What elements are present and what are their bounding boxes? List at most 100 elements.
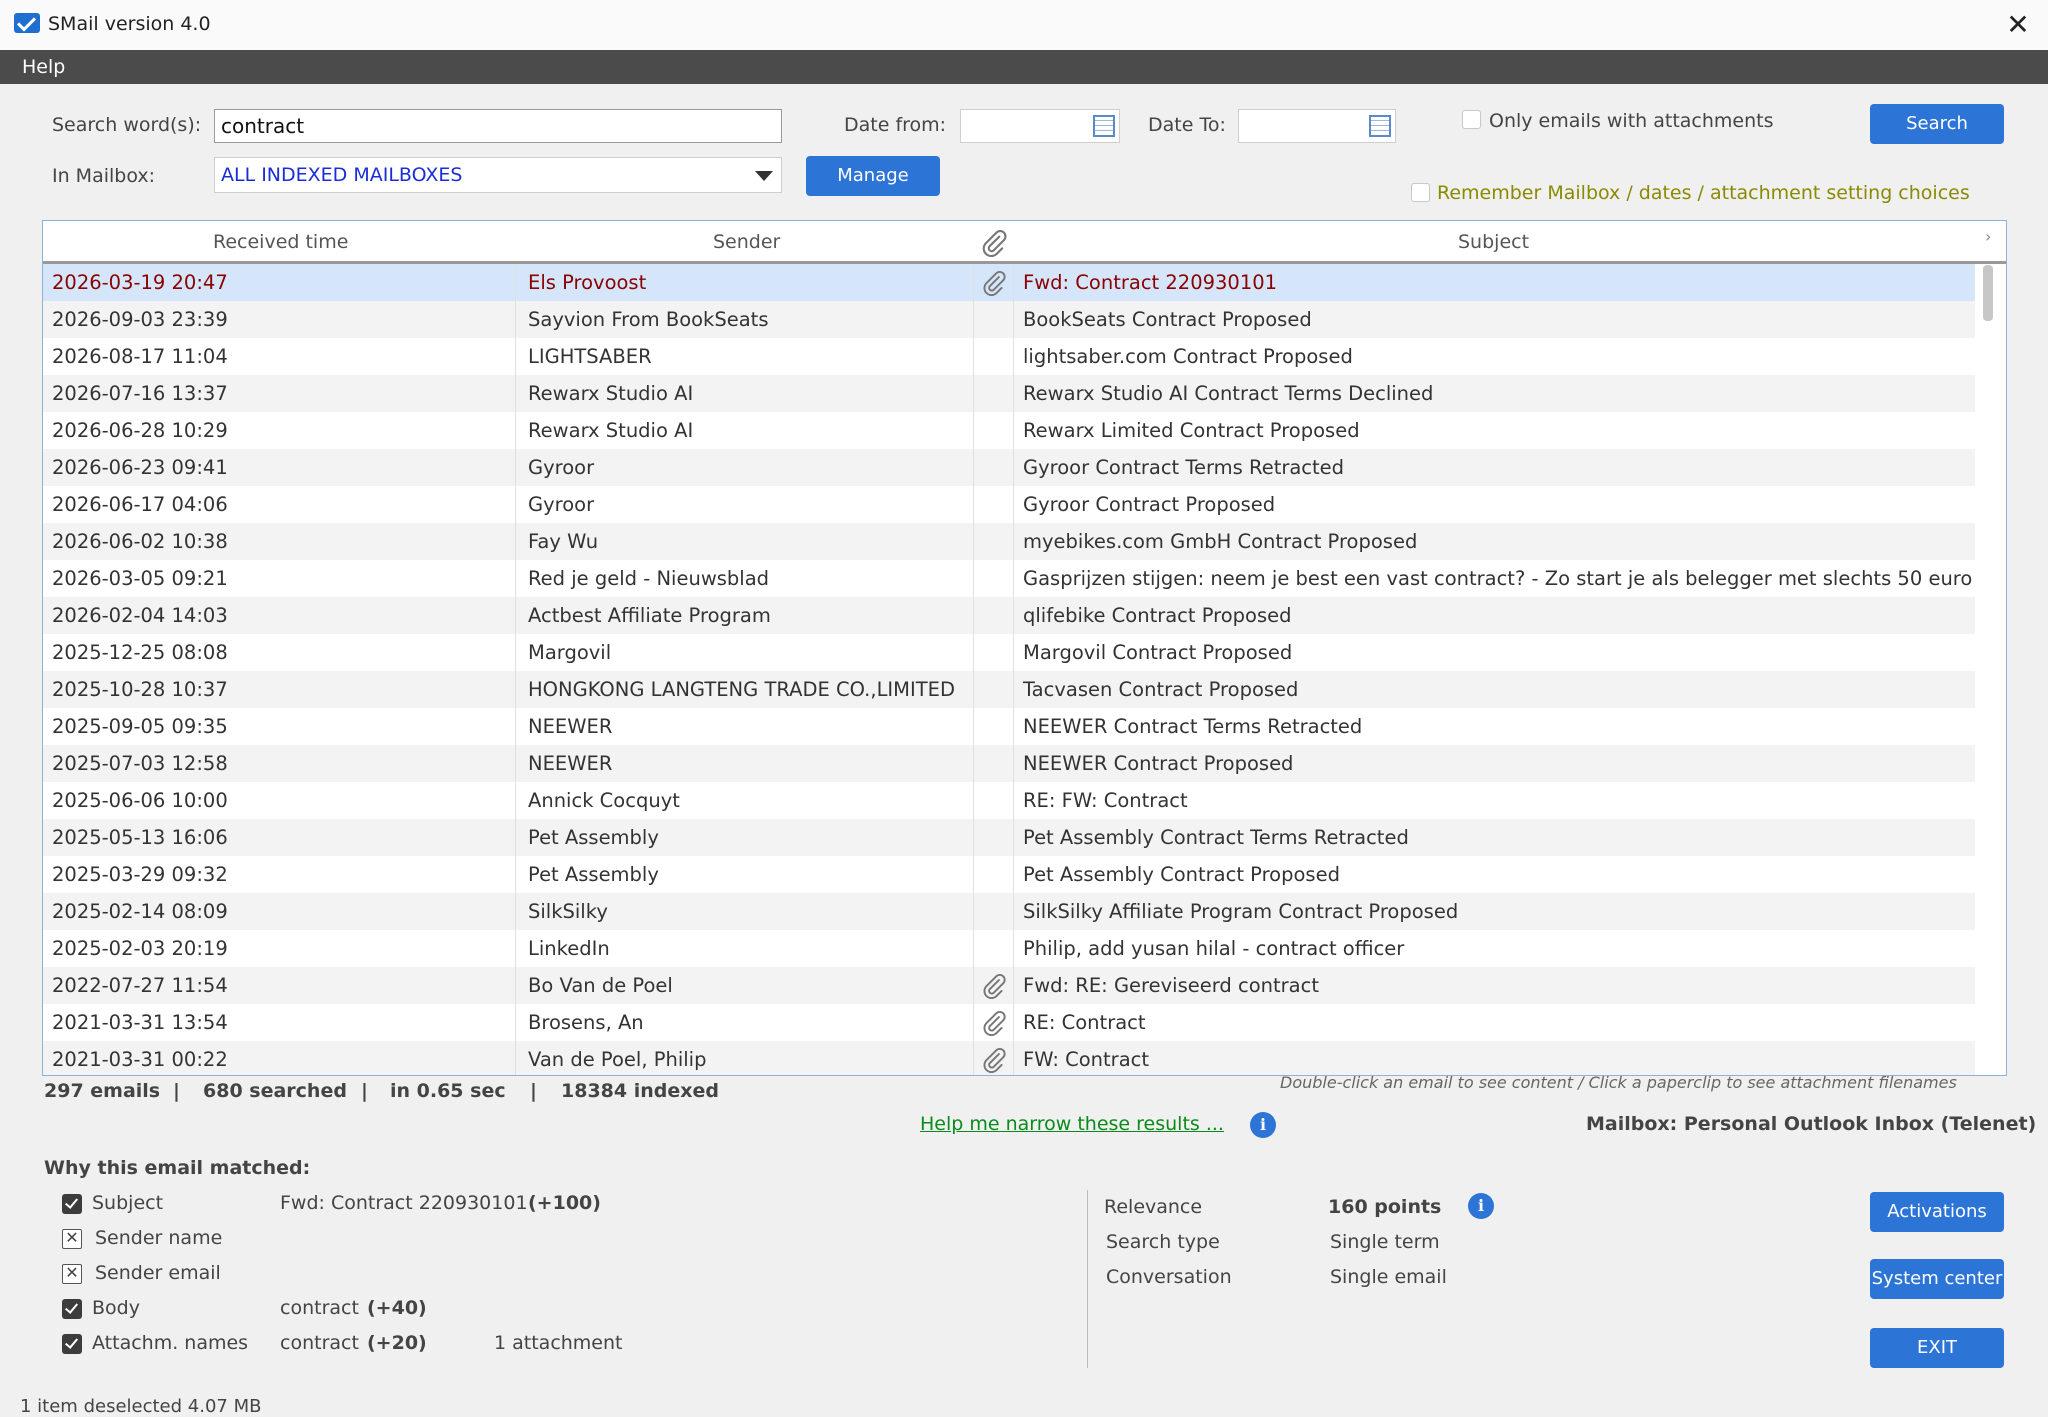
column-divider xyxy=(973,375,974,412)
column-received-time[interactable]: Received time xyxy=(213,231,348,253)
table-row[interactable]: 2021-03-31 00:22 Van de Poel, Philip FW: C… xyxy=(43,1041,1975,1075)
vertical-scrollbar[interactable] xyxy=(1983,265,1993,321)
menu-bar: Help xyxy=(0,50,2048,84)
table-row[interactable]: 2026-02-04 14:03 Actbest Affiliate Progra… xyxy=(43,597,1975,634)
sender-cell: NEEWER xyxy=(528,715,613,738)
paperclip-icon[interactable] xyxy=(981,973,1007,1000)
table-row[interactable]: 2025-03-29 09:32 Pet Assembly Pet Assembly… xyxy=(43,856,1975,893)
paperclip-icon[interactable] xyxy=(981,1010,1007,1037)
received-time-cell: 2026-02-04 14:03 xyxy=(52,604,228,627)
subject-cell: BookSeats Contract Proposed xyxy=(1023,308,1312,331)
table-row[interactable]: 2026-09-03 23:39 Sayvion From BookSeats Bo… xyxy=(43,301,1975,338)
activations-button[interactable]: Activations xyxy=(1870,1192,2004,1232)
column-divider xyxy=(973,856,974,893)
table-row[interactable]: 2025-02-14 08:09 SilkSilky SilkSilky Affil… xyxy=(43,893,1975,930)
subject-cell: Pet Assembly Contract Proposed xyxy=(1023,863,1340,886)
relevance-label: Relevance xyxy=(1104,1196,1203,1218)
column-divider xyxy=(515,967,516,1004)
table-row[interactable]: 2025-09-05 09:35 NEEWER NEEWER Contract Te… xyxy=(43,708,1975,745)
sender-cell: Red je geld - Nieuwsblad xyxy=(528,567,770,590)
help-narrow-link[interactable]: Help me narrow these results ... xyxy=(920,1113,1224,1135)
table-hint: Double-click an email to see content / C… xyxy=(1280,1073,1957,1092)
sender-cell: Brosens, An xyxy=(528,1011,644,1034)
received-time-cell: 2026-06-17 04:06 xyxy=(52,493,228,516)
column-sender[interactable]: Sender xyxy=(713,231,780,253)
column-subject[interactable]: Subject xyxy=(1458,231,1529,253)
search-type-value: Single term xyxy=(1330,1231,1440,1253)
scroll-right-icon[interactable]: › xyxy=(1985,227,1991,246)
search-input[interactable]: contract xyxy=(214,109,782,143)
date-from-field[interactable] xyxy=(960,109,1120,143)
close-button[interactable]: ✕ xyxy=(2000,8,2036,42)
menu-help[interactable]: Help xyxy=(22,56,65,78)
paperclip-column-icon[interactable] xyxy=(980,229,1008,257)
attachment-count: 1 attachment xyxy=(494,1332,623,1354)
table-row[interactable]: 2025-02-03 20:19 LinkedIn Philip, add yusa… xyxy=(43,930,1975,967)
table-row[interactable]: 2026-06-23 09:41 Gyroor Gyroor Contract Te… xyxy=(43,449,1975,486)
sender-cell: Actbest Affiliate Program xyxy=(528,604,771,627)
mailbox-select[interactable]: ALL INDEXED MAILBOXES xyxy=(214,157,782,193)
footer-status: 1 item deselected 4.07 MB xyxy=(20,1396,262,1417)
subject-cell: RE: Contract xyxy=(1023,1011,1146,1034)
attachments-only-checkbox[interactable] xyxy=(1462,110,1481,129)
match-points: (+40) xyxy=(367,1297,427,1319)
sender-cell: Rewarx Studio AI xyxy=(528,382,694,405)
column-divider xyxy=(973,893,974,930)
column-divider xyxy=(973,967,974,1004)
received-time-cell: 2026-03-19 20:47 xyxy=(52,271,228,294)
checked-checkbox-icon xyxy=(62,1299,82,1319)
column-divider xyxy=(1013,264,1014,301)
received-time-cell: 2026-03-05 09:21 xyxy=(52,567,228,590)
searched-count: 680 searched xyxy=(203,1080,347,1102)
table-row[interactable]: 2026-06-02 10:38 Fay Wu myebikes.com GmbH … xyxy=(43,523,1975,560)
column-divider xyxy=(1013,1041,1014,1075)
subject-cell: Margovil Contract Proposed xyxy=(1023,641,1293,664)
calendar-icon[interactable] xyxy=(1093,115,1115,137)
table-row[interactable]: 2026-07-16 13:37 Rewarx Studio AI Rewarx S… xyxy=(43,375,1975,412)
table-row[interactable]: 2026-08-17 11:04 LIGHTSABER lightsaber.com… xyxy=(43,338,1975,375)
status-separator: | xyxy=(173,1080,180,1102)
x-checkbox-icon: ✕ xyxy=(62,1264,82,1284)
table-row[interactable]: 2026-06-28 10:29 Rewarx Studio AI Rewarx L… xyxy=(43,412,1975,449)
table-row[interactable]: 2026-03-05 09:21 Red je geld - Nieuwsblad… xyxy=(43,560,1975,597)
match-points: (+100) xyxy=(528,1192,601,1214)
subject-cell: Gasprijzen stijgen: neem je best een vas… xyxy=(1023,567,1973,590)
column-divider xyxy=(1013,301,1014,338)
paperclip-icon[interactable] xyxy=(981,270,1007,297)
manage-button[interactable]: Manage xyxy=(806,156,940,196)
table-row[interactable]: 2026-03-19 20:47 Els Provoost Fwd: Contrac… xyxy=(43,264,1975,301)
exit-button[interactable]: EXIT xyxy=(1870,1328,2004,1368)
sender-cell: Els Provoost xyxy=(528,271,647,294)
column-divider xyxy=(1013,449,1014,486)
column-divider xyxy=(1013,412,1014,449)
info-icon[interactable]: i xyxy=(1468,1193,1494,1219)
column-divider xyxy=(973,486,974,523)
date-to-field[interactable] xyxy=(1238,109,1396,143)
table-row[interactable]: 2022-07-27 11:54 Bo Van de Poel Fwd: RE: G… xyxy=(43,967,1975,1004)
calendar-icon[interactable] xyxy=(1369,115,1391,137)
column-divider xyxy=(973,819,974,856)
subject-cell: Rewarx Limited Contract Proposed xyxy=(1023,419,1360,442)
sender-cell: Annick Cocquyt xyxy=(528,789,680,812)
subject-cell: lightsaber.com Contract Proposed xyxy=(1023,345,1353,368)
table-row[interactable]: 2025-10-28 10:37 HONGKONG LANGTENG TRADE … xyxy=(43,671,1975,708)
column-divider xyxy=(515,486,516,523)
table-row[interactable]: 2026-06-17 04:06 Gyroor Gyroor Contract Pr… xyxy=(43,486,1975,523)
column-divider xyxy=(515,782,516,819)
received-time-cell: 2025-09-05 09:35 xyxy=(52,715,228,738)
table-row[interactable]: 2025-07-03 12:58 NEEWER NEEWER Contract Pr… xyxy=(43,745,1975,782)
table-row[interactable]: 2025-12-25 08:08 Margovil Margovil Contrac… xyxy=(43,634,1975,671)
subject-cell: RE: FW: Contract xyxy=(1023,789,1188,812)
table-row[interactable]: 2025-05-13 16:06 Pet Assembly Pet Assembly… xyxy=(43,819,1975,856)
info-icon[interactable]: i xyxy=(1250,1112,1276,1138)
match-field-label: Subject xyxy=(92,1192,164,1214)
search-button[interactable]: Search xyxy=(1870,104,2004,144)
sender-cell: Gyroor xyxy=(528,456,595,479)
sender-cell: Rewarx Studio AI xyxy=(528,419,694,442)
system-center-button[interactable]: System center xyxy=(1870,1259,2004,1299)
table-row[interactable]: 2025-06-06 10:00 Annick Cocquyt RE: FW: Co… xyxy=(43,782,1975,819)
remember-checkbox[interactable] xyxy=(1411,183,1430,202)
paperclip-icon[interactable] xyxy=(981,1047,1007,1074)
table-row[interactable]: 2021-03-31 13:54 Brosens, An RE: Contract xyxy=(43,1004,1975,1041)
remember-label: Remember Mailbox / dates / attachment se… xyxy=(1437,182,1970,204)
